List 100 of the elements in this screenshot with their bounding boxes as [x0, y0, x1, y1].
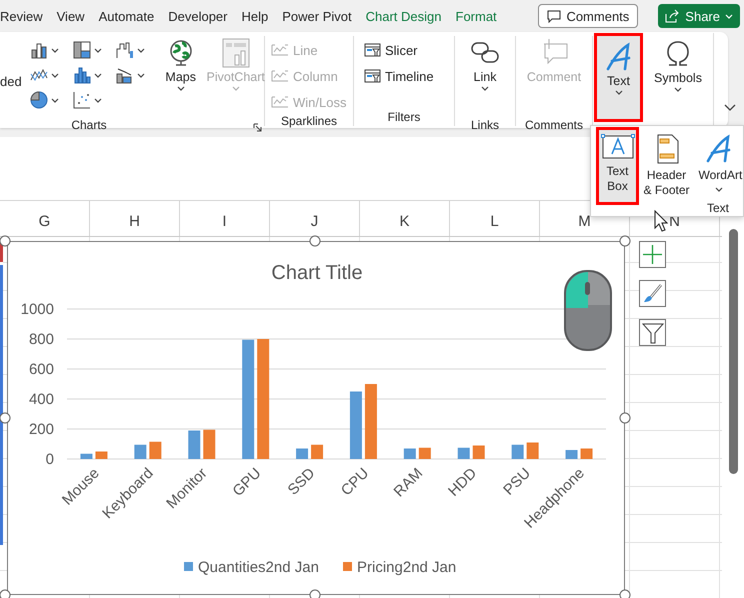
caret-icon: [481, 86, 489, 91]
letter-a-icon: [704, 134, 734, 164]
resize-handle[interactable]: [620, 412, 630, 424]
chart-bar: [580, 448, 593, 459]
chart-elements-button[interactable]: [639, 241, 666, 268]
axis-label: 400: [28, 391, 54, 408]
resize-handle[interactable]: [0, 590, 10, 598]
chart-bar: [134, 444, 146, 459]
caret-icon: [232, 86, 240, 91]
pie-chart-icon: [30, 91, 48, 109]
chart-bar: [566, 450, 578, 459]
chart-filters-button[interactable]: [639, 319, 666, 346]
caret-icon: [50, 98, 59, 102]
menu-tab[interactable]: Developer: [168, 8, 228, 24]
chart-styles-button[interactable]: [639, 280, 666, 307]
caret-icon: [50, 72, 59, 78]
menu-tab[interactable]: Automate: [98, 8, 154, 24]
mouse-icon: [564, 270, 612, 351]
text-button[interactable]: Text: [594, 33, 643, 122]
caret-icon: [176, 86, 185, 91]
plus-icon: [643, 245, 662, 264]
column-header[interactable]: K: [360, 201, 450, 236]
filter-button[interactable]: Slicer: [364, 38, 434, 62]
chart-bar: [80, 454, 92, 459]
chart-bar: [512, 444, 524, 459]
caret-icon: [94, 98, 102, 102]
collapse-ribbon-icon[interactable]: [724, 104, 736, 112]
link-button[interactable]: Link: [463, 38, 507, 118]
caret-icon: [614, 90, 622, 95]
axis-label: SSD: [284, 464, 318, 499]
resize-handle[interactable]: [620, 590, 630, 598]
dialog-launcher-icon[interactable]: [253, 123, 262, 132]
filter-button[interactable]: Timeline: [364, 64, 434, 88]
chart-bar: [350, 392, 362, 459]
group-label: Comments: [524, 118, 583, 132]
button-label[interactable]: ded: [0, 74, 22, 89]
combo-chart-icon: [116, 66, 134, 84]
column-header[interactable]: H: [90, 201, 180, 236]
scatter-chart-icon: [72, 91, 91, 109]
sparkline-icon: [271, 95, 289, 109]
group-label: Links: [470, 118, 499, 132]
treemap-chart-icon: [72, 41, 91, 59]
scrollbar-thumb[interactable]: [728, 229, 738, 474]
column-header[interactable]: G: [0, 201, 90, 236]
axis-label: 0: [46, 451, 54, 468]
comment-icon: [547, 10, 562, 22]
column-chart-icon: [30, 41, 48, 59]
pivot-chart-icon: [220, 38, 251, 68]
column-header[interactable]: I: [180, 201, 270, 236]
menu-tab[interactable]: Format: [456, 8, 497, 24]
share-button[interactable]: Share: [658, 4, 740, 28]
caret-icon: [136, 48, 145, 52]
caret-icon: [136, 72, 145, 78]
chart-bar: [418, 448, 431, 459]
menu-tab[interactable]: Help: [242, 8, 268, 24]
menu-tab[interactable]: View: [56, 8, 85, 24]
chart-bar: [95, 452, 108, 459]
menu-item[interactable]: Text Box: [596, 127, 639, 205]
menu-tab[interactable]: Chart Design: [366, 8, 442, 24]
slicer-icon: [364, 43, 381, 57]
caret-icon: [725, 14, 733, 18]
filter-icon: [642, 322, 664, 344]
maps-button[interactable]: Maps: [158, 38, 204, 118]
menu-tab[interactable]: Review: [0, 8, 43, 24]
caret-icon: [94, 72, 102, 78]
caret-icon: [94, 48, 102, 52]
axis-label: 800: [28, 331, 54, 348]
group-label: Sparklines: [280, 114, 338, 128]
chart-bar: [203, 430, 216, 459]
legend-label: Quantities2nd Jan: [198, 559, 319, 576]
axis-label: 200: [28, 421, 54, 438]
share-icon: [665, 9, 680, 23]
caret-icon: [50, 48, 59, 52]
chart-bar: [311, 444, 324, 459]
chart-bar: [458, 448, 470, 459]
histogram-chart-icon: [72, 66, 91, 84]
chart-bar: [188, 430, 200, 459]
slicer-icon: [364, 69, 381, 83]
comments-button[interactable]: Comments: [538, 4, 638, 28]
axis-label: 600: [28, 361, 54, 378]
sparkline-icon: [271, 43, 289, 57]
caret-icon: [674, 87, 682, 92]
paintbrush-icon: [642, 284, 662, 304]
column-header[interactable]: L: [450, 201, 540, 236]
chart-bar: [404, 448, 416, 459]
letter-a-icon: [604, 42, 634, 72]
chart-bar: [526, 442, 539, 459]
chart-bar: [149, 442, 162, 459]
group-label: Charts: [71, 118, 107, 132]
symbols-button[interactable]: Symbols: [647, 33, 709, 113]
text-box-icon: [600, 134, 634, 160]
chart-title: Chart Title: [271, 262, 363, 284]
legend-label: Pricing2nd Jan: [357, 559, 456, 576]
waterfall-chart-icon: [116, 41, 134, 59]
chart-bar: [472, 446, 485, 459]
caret-icon: [714, 187, 722, 192]
menu-tab[interactable]: Power Pivot: [282, 8, 352, 24]
sparkline-icon: [271, 69, 289, 83]
chart-bar: [296, 448, 308, 459]
group-label: Filters: [388, 110, 420, 124]
